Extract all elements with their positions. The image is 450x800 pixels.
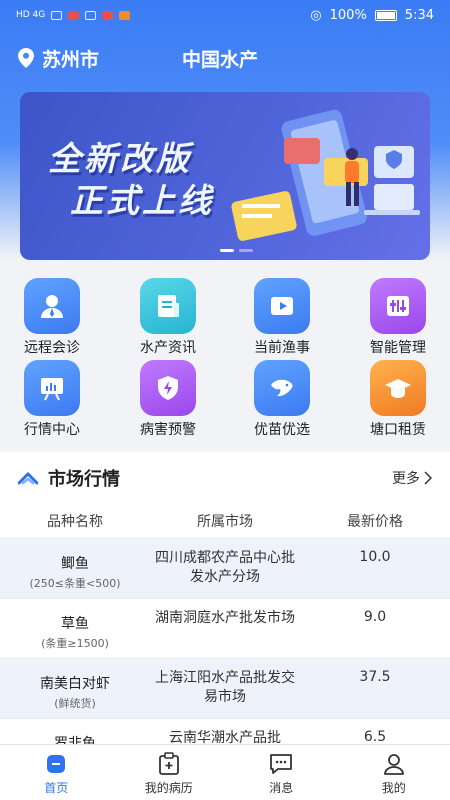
- graduation-cap-icon: [370, 360, 426, 416]
- market-name: 湖南洞庭水产批发市场: [155, 610, 295, 626]
- grid-item-label: 行情中心: [24, 422, 80, 438]
- usb-icon: [51, 10, 63, 20]
- banner-headline-2: 正式上线: [70, 181, 214, 220]
- status-left: HD 4G: [16, 10, 131, 20]
- notification-app-icon: [68, 10, 80, 20]
- network-label: HD 4G: [16, 10, 46, 20]
- grid-item-label: 塘口租赁: [370, 422, 426, 438]
- banner-pagination: [220, 249, 253, 252]
- location-status-icon: ◎: [310, 7, 322, 23]
- doctor-icon: [24, 278, 80, 334]
- tab-medical-records[interactable]: 我的病历: [113, 745, 226, 800]
- tab-profile[interactable]: 我的: [338, 745, 450, 800]
- fish-icon: [254, 360, 310, 416]
- tab-label: 我的: [381, 781, 406, 795]
- tab-label: 我的病历: [144, 781, 193, 795]
- bottom-tab-bar: 首页 我的病历 消息 我的: [0, 744, 450, 800]
- shield-warning-icon: [140, 360, 196, 416]
- column-header-market: 所属市场: [197, 514, 253, 530]
- notification-app-icon: [119, 10, 131, 20]
- chevron-right-icon: [424, 471, 432, 485]
- notification-app-icon: [102, 10, 114, 20]
- grid-item-fry-selection[interactable]: 优苗优选: [232, 360, 332, 440]
- page-title: 中国水产: [182, 48, 259, 71]
- variety-cell: 鲫鱼 (250≤条重<500): [0, 547, 150, 591]
- market-name: 四川成都农产品中心批发水产分场: [155, 550, 295, 585]
- status-bar: HD 4G ◎ 100% 5:34: [0, 0, 450, 30]
- feature-grid: 远程会诊 水产资讯 当前渔事 智能管理 行情中心 病害预警 优苗优选 塘口租赁: [0, 272, 450, 442]
- tab-label: 消息: [269, 781, 294, 795]
- variety-name: 鲫鱼: [61, 556, 89, 572]
- market-table-header: 品种名称 所属市场 最新价格: [0, 504, 450, 538]
- grid-item-smart-management[interactable]: 智能管理: [348, 278, 448, 358]
- status-right: ◎ 100% 5:34: [310, 8, 434, 23]
- grid-item-label: 远程会诊: [24, 340, 80, 356]
- medical-record-icon: [158, 752, 179, 775]
- column-header-variety: 品种名称: [47, 514, 103, 530]
- more-label: 更多: [392, 471, 420, 487]
- video-icon: [254, 278, 310, 334]
- market-title: 市场行情: [48, 469, 120, 490]
- pagination-dot: [239, 249, 253, 252]
- grid-item-label: 当前渔事: [254, 340, 310, 356]
- banner-illustration: [231, 109, 420, 241]
- variety-spec: (鲜统货): [54, 697, 96, 710]
- grid-item-disease-warning[interactable]: 病害预警: [118, 360, 218, 440]
- market-name: 上海江阳水产品批发交易市场: [155, 670, 295, 705]
- variety-spec: (条重≥1500): [41, 637, 109, 650]
- column-header-price: 最新价格: [347, 514, 403, 530]
- table-row[interactable]: 鲫鱼 (250≤条重<500) 四川成都农产品中心批发水产分场 10.0: [0, 538, 450, 598]
- notification-app-icon: [85, 10, 97, 20]
- grid-item-pond-rental[interactable]: 塘口租赁: [348, 360, 448, 440]
- control-panel-icon: [370, 278, 426, 334]
- grid-item-label: 优苗优选: [254, 422, 310, 438]
- top-bar: 苏州市 中国水产: [0, 38, 450, 78]
- home-icon: [47, 755, 66, 773]
- grid-item-label: 智能管理: [370, 340, 426, 356]
- location-pin-icon: [18, 48, 34, 68]
- table-row[interactable]: 草鱼 (条重≥1500) 湖南洞庭水产批发市场 9.0: [0, 598, 450, 658]
- latest-price: 37.5: [359, 669, 391, 685]
- latest-price: 9.0: [363, 609, 387, 625]
- market-trend-icon: [18, 471, 38, 485]
- banner-headline-1: 全新改版: [48, 139, 192, 178]
- variety-spec: (250≤条重<500): [29, 577, 121, 590]
- chart-board-icon: [24, 360, 80, 416]
- location-selector[interactable]: 苏州市: [18, 45, 99, 72]
- pagination-dot: [220, 249, 234, 252]
- grid-item-remote-consult[interactable]: 远程会诊: [2, 278, 102, 358]
- message-icon: [270, 754, 293, 774]
- market-section: 市场行情 更多 品种名称 所属市场 最新价格 鲫鱼 (250≤条重<500) 四…: [0, 452, 450, 752]
- variety-cell: 草鱼 (条重≥1500): [0, 607, 150, 651]
- grid-item-market-center[interactable]: 行情中心: [2, 360, 102, 440]
- user-icon: [383, 754, 404, 775]
- more-link[interactable]: 更多: [392, 468, 432, 488]
- tab-messages[interactable]: 消息: [225, 745, 338, 800]
- tab-label: 首页: [44, 781, 69, 795]
- battery-icon: [374, 9, 397, 21]
- variety-name: 草鱼: [61, 616, 89, 632]
- tab-home[interactable]: 首页: [0, 745, 113, 800]
- battery-percent: 100%: [329, 7, 367, 23]
- city-label: 苏州市: [42, 48, 100, 71]
- latest-price: 10.0: [359, 549, 391, 565]
- variety-name: 南美白对虾: [40, 676, 110, 692]
- latest-price: 6.5: [363, 729, 387, 745]
- clock: 5:34: [404, 7, 434, 23]
- market-header: 市场行情 更多: [0, 452, 450, 504]
- grid-item-label: 水产资讯: [140, 340, 196, 356]
- promo-banner[interactable]: 全新改版 正式上线: [20, 92, 430, 260]
- grid-item-news[interactable]: 水产资讯: [118, 278, 218, 358]
- table-row[interactable]: 南美白对虾 (鲜统货) 上海江阳水产品批发交易市场 37.5: [0, 658, 450, 718]
- variety-cell: 南美白对虾 (鲜统货): [0, 667, 150, 711]
- grid-item-current-fishery[interactable]: 当前渔事: [232, 278, 332, 358]
- news-icon: [140, 278, 196, 334]
- grid-item-label: 病害预警: [140, 422, 196, 438]
